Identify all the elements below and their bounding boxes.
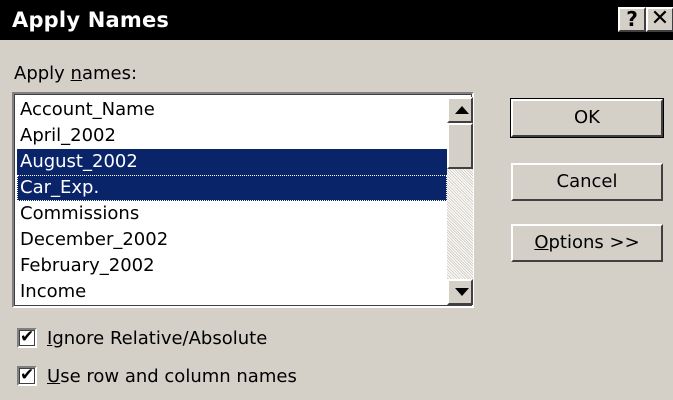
use-row-column-names-checkbox[interactable]: ✔ [17,365,37,386]
list-item[interactable]: August_2002 [17,149,447,175]
use-row-column-names-text: se row and column names [60,365,297,387]
options-button-accel: O [534,232,549,253]
ignore-relative-absolute-option[interactable]: ✔ Ignore Relative/Absolute [17,325,267,351]
options-button-label: ptions >> [548,232,640,253]
apply-names-label-prefix: Apply [14,63,71,84]
options-button[interactable]: Options >> [511,224,663,262]
title-bar[interactable]: Apply Names ? ✕ [0,0,673,40]
ok-button[interactable]: OK [510,98,664,138]
list-item[interactable]: Income [17,279,447,305]
arrow-up-icon [455,106,469,114]
ignore-relative-absolute-checkbox[interactable]: ✔ [17,327,37,348]
apply-names-label-suffix: ames: [81,63,138,84]
list-item[interactable]: April_2002 [17,123,447,149]
list-item[interactable]: December_2002 [17,227,447,253]
use-row-column-names-option[interactable]: ✔ Use row and column names [17,363,297,389]
cancel-button[interactable]: Cancel [511,163,663,201]
scrollbar-thumb[interactable] [447,123,473,169]
checkmark-icon: ✔ [20,365,35,385]
help-button[interactable]: ? [618,7,646,32]
dialog-title: Apply Names [12,8,170,32]
scroll-up-button[interactable] [447,97,473,123]
list-item[interactable]: Account_Name [17,97,447,123]
list-item[interactable]: Commissions [17,201,447,227]
scroll-down-button[interactable] [447,279,473,305]
close-icon: ✕ [650,6,670,31]
apply-names-listbox[interactable]: Account_Name April_2002 August_2002 Car_… [12,92,474,308]
ignore-relative-absolute-text: gnore Relative/Absolute [52,327,268,349]
help-icon: ? [626,7,638,31]
ok-button-label: OK [574,107,600,128]
close-button[interactable]: ✕ [646,7,673,32]
use-row-column-names-label[interactable]: Use row and column names [47,366,297,387]
apply-names-dialog: Apply Names ? ✕ Apply names: Account_Nam… [0,0,673,400]
list-item[interactable]: February_2002 [17,253,447,279]
use-row-column-names-accel: U [47,365,61,387]
names-list[interactable]: Account_Name April_2002 August_2002 Car_… [17,97,447,305]
ignore-relative-absolute-label[interactable]: Ignore Relative/Absolute [47,328,267,349]
apply-names-label-accel: n [70,63,82,84]
cancel-button-label: Cancel [556,171,618,192]
checkmark-icon: ✔ [20,327,35,347]
vertical-scrollbar[interactable] [447,97,473,305]
arrow-down-icon [455,288,469,296]
list-item[interactable]: Car_Exp. [17,175,447,201]
apply-names-label: Apply names: [14,62,137,86]
